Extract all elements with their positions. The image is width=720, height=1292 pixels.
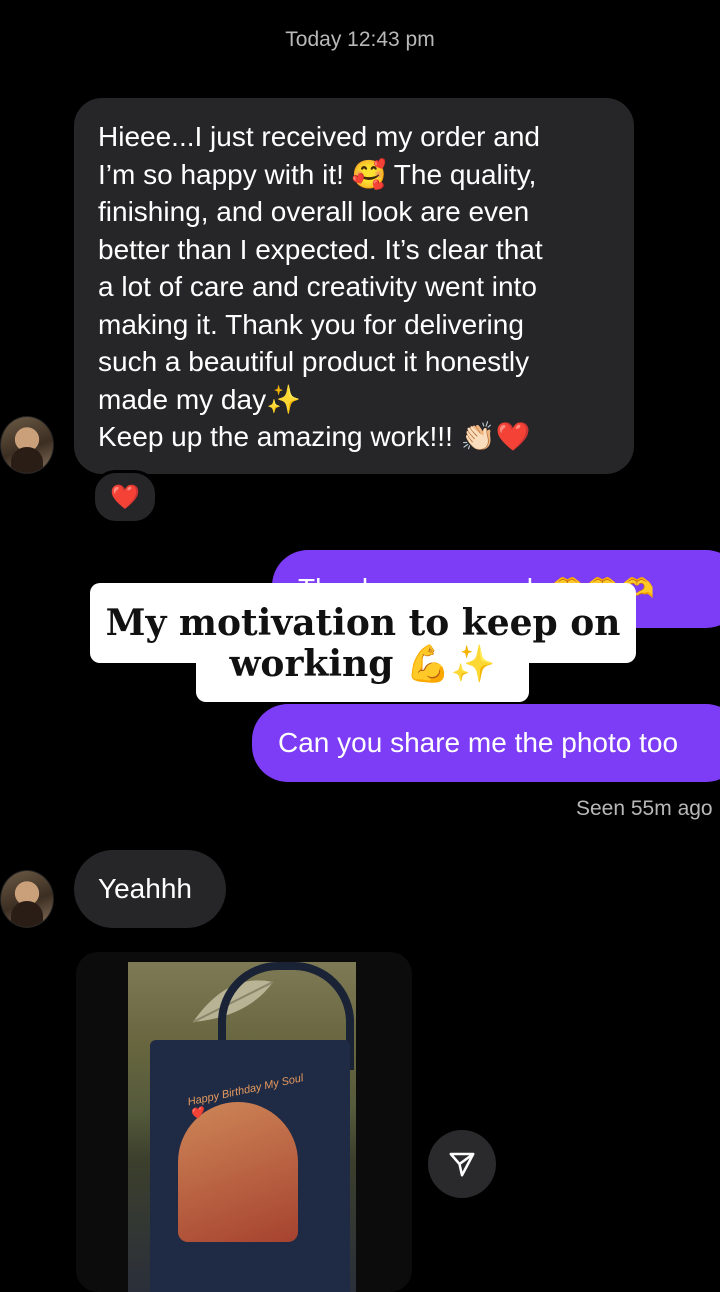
caption-text: My motivation to keep on bbox=[105, 602, 621, 644]
heart-icon: ❤️ bbox=[110, 483, 140, 511]
message-line: better than I expected. It’s clear that bbox=[98, 233, 543, 265]
message-line: made my day✨ bbox=[98, 383, 301, 415]
sender-avatar[interactable] bbox=[0, 416, 54, 474]
sender-avatar[interactable] bbox=[0, 870, 54, 928]
message-line: a lot of care and creativity went into bbox=[98, 271, 537, 302]
outgoing-message-bubble[interactable]: Can you share me the photo too bbox=[252, 704, 720, 782]
message-text: Yeahhh bbox=[98, 873, 192, 904]
bag-illustration bbox=[178, 1102, 298, 1242]
message-line: Hieee...I just received my order and bbox=[98, 121, 540, 152]
conversation-timestamp: Today 12:43 pm bbox=[285, 28, 435, 51]
message-line: finishing, and overall look are even bbox=[98, 196, 530, 227]
paper-plane-icon bbox=[449, 1152, 475, 1177]
heart-reaction[interactable]: ❤️ bbox=[92, 470, 158, 524]
share-button[interactable] bbox=[428, 1130, 496, 1198]
incoming-message-bubble[interactable]: Yeahhh bbox=[74, 850, 226, 928]
caption-overlay-line2: working 💪✨ bbox=[196, 640, 529, 702]
message-line: such a beautiful product it honestly bbox=[98, 346, 530, 377]
message-line: making it. Thank you for delivering bbox=[98, 308, 524, 340]
incoming-message-bubble[interactable]: Hieee...I just received my order and I’m… bbox=[74, 98, 634, 474]
photo-message[interactable]: Happy Birthday My Soul ❤️ bbox=[76, 952, 412, 1292]
message-line: I’m so happy with it! 🥰 The quality, bbox=[98, 158, 537, 190]
message-line: Keep up the amazing work!!! 👏🏻❤️ bbox=[98, 421, 531, 452]
shared-photo[interactable]: Happy Birthday My Soul ❤️ bbox=[128, 962, 356, 1292]
message-text: Can you share me the photo too bbox=[278, 727, 679, 758]
caption-text: working 💪✨ bbox=[229, 643, 496, 685]
seen-receipt: Seen 55m ago bbox=[576, 797, 713, 820]
